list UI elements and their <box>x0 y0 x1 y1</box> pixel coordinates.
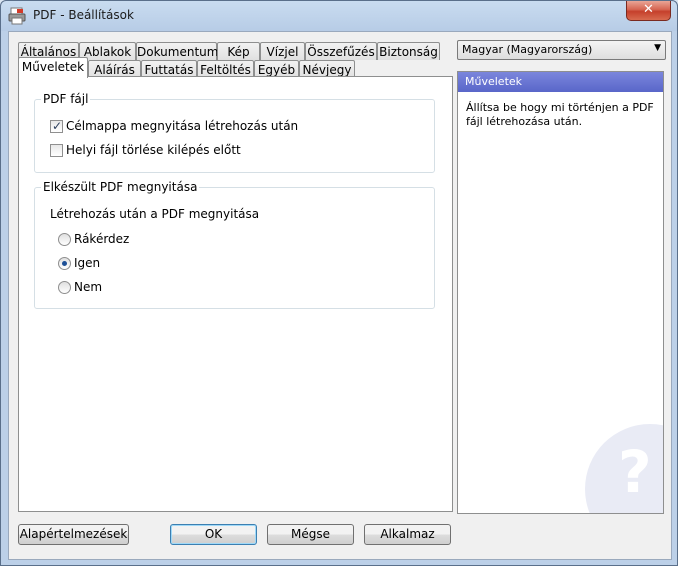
tab-biztonsag[interactable]: Biztonság <box>377 42 440 60</box>
printer-pdf-icon <box>8 7 26 25</box>
dialog-client-area: Általános Ablakok Dokumentum Kép Vízjel … <box>8 31 672 560</box>
open-target-folder-label[interactable]: Célmappa megnyitása létrehozás után <box>66 118 298 134</box>
checkbox-box[interactable] <box>50 144 63 157</box>
tab-muveletek[interactable]: Műveletek <box>18 57 88 78</box>
open-pdf-prompt: Létrehozás után a PDF megnyitása <box>50 207 260 221</box>
tab-panel-muveletek: PDF fájl ✓ Célmappa megnyitása létrehozá… <box>18 76 453 512</box>
help-pane: Műveletek Állítsa be hogy mi történjen a… <box>457 71 664 514</box>
chevron-down-icon[interactable]: ▼ <box>654 43 661 53</box>
checkmark-icon: ✓ <box>52 119 63 133</box>
radio-no[interactable]: Nem <box>58 279 258 295</box>
radio-yes-label[interactable]: Igen <box>74 255 100 271</box>
language-select[interactable]: Magyar (Magyarország) ▼ <box>457 40 666 60</box>
apply-button[interactable]: Alkalmaz <box>364 524 451 545</box>
checkbox-box[interactable]: ✓ <box>50 119 63 133</box>
radio-no-label[interactable]: Nem <box>74 279 102 295</box>
group-pdf-file: PDF fájl ✓ Célmappa megnyitása létrehozá… <box>34 92 435 173</box>
language-select-value: Magyar (Magyarország) <box>462 43 593 56</box>
group-open-pdf: Elkészült PDF megnyitása Létrehozás után… <box>34 180 435 309</box>
radio-button[interactable] <box>58 233 71 246</box>
close-button[interactable]: ✕ <box>626 1 671 21</box>
cancel-button[interactable]: Mégse <box>267 524 354 545</box>
tab-kep[interactable]: Kép <box>217 42 260 60</box>
help-pane-text: Állítsa be hogy mi történjen a PDF fájl … <box>466 101 654 128</box>
tab-osszefuzes[interactable]: Összefűzés <box>305 42 377 60</box>
defaults-button[interactable]: Alapértelmezések <box>18 524 129 545</box>
help-pane-header: Műveletek <box>458 72 663 92</box>
help-question-icon: ? <box>585 424 663 513</box>
ok-button[interactable]: OK <box>170 524 257 545</box>
settings-window: PDF - Beállítások ✕ Általános Ablakok Do… <box>0 0 678 566</box>
radio-selected-dot <box>62 261 67 266</box>
window-title: PDF - Beállítások <box>33 8 134 22</box>
radio-ask-label[interactable]: Rákérdez <box>74 231 129 247</box>
title-bar[interactable]: PDF - Beállítások ✕ <box>1 1 677 31</box>
tab-vizjel[interactable]: Vízjel <box>260 42 305 60</box>
radio-ask[interactable]: Rákérdez <box>58 231 258 247</box>
delete-local-file-checkbox[interactable]: Helyi fájl törlése kilépés előtt <box>50 142 350 158</box>
group-open-pdf-title: Elkészült PDF megnyitása <box>41 180 200 194</box>
radio-button[interactable] <box>58 257 71 270</box>
radio-button[interactable] <box>58 281 71 294</box>
tab-dokumentum[interactable]: Dokumentum <box>136 42 218 60</box>
radio-yes[interactable]: Igen <box>58 255 258 271</box>
open-target-folder-checkbox[interactable]: ✓ Célmappa megnyitása létrehozás után <box>50 118 350 134</box>
delete-local-file-label[interactable]: Helyi fájl törlése kilépés előtt <box>66 142 241 158</box>
help-pane-title: Műveletek <box>465 75 523 88</box>
group-pdf-file-title: PDF fájl <box>41 92 91 106</box>
